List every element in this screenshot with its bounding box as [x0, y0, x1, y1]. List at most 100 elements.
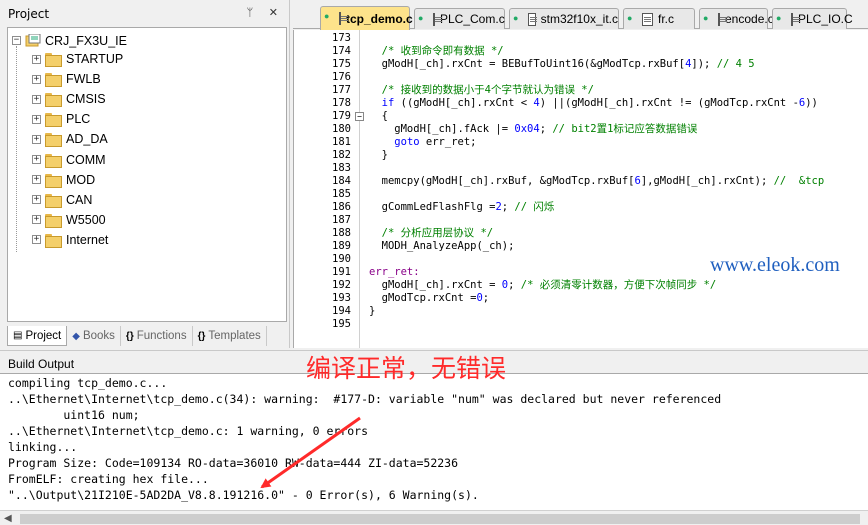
project-bottom-tabs: ▤ Project ◆ Books {} Functions {} Templates: [7, 326, 287, 346]
tree-folder-cmsis[interactable]: + CMSIS: [32, 90, 106, 108]
editor-tab-stm32f10x-it-c[interactable]: ● stm32f10x_it.c: [509, 8, 619, 29]
code-editor[interactable]: 173 174 /* 收到命令即有数据 */175 gModH[_ch].rxCn…: [293, 30, 868, 348]
build-output-area[interactable]: compiling tcp_demo.c... ..\Ethernet\Inter…: [0, 373, 868, 510]
file-icon: [718, 12, 727, 26]
editor-tab-tcp-demo-c[interactable]: ● tcp_demo.c: [320, 6, 413, 30]
tree-folder-startup[interactable]: + STARTUP: [32, 50, 123, 68]
expand-icon[interactable]: +: [32, 215, 41, 225]
code-line[interactable]: 183: [294, 162, 868, 175]
collapse-icon[interactable]: −: [12, 36, 21, 45]
editor-tab-plc-com-c[interactable]: ● PLC_Com.c: [414, 8, 505, 29]
code-line[interactable]: 180 gModH[_ch].fAck |= 0x04; // bit2置1标记…: [294, 123, 868, 136]
expand-icon[interactable]: +: [32, 94, 41, 104]
editor-tab-plc-io-c[interactable]: ● PLC_IO.C: [772, 8, 853, 29]
tree-folder-ad-da[interactable]: + AD_DA: [32, 130, 108, 148]
code-line[interactable]: 189 MODH_AnalyzeApp(_ch);: [294, 240, 868, 253]
tree-folder-plc[interactable]: + PLC: [32, 110, 90, 128]
folder-icon: [45, 213, 62, 228]
code-line[interactable]: 176: [294, 71, 868, 84]
tree-folder-internet[interactable]: + Internet: [32, 231, 108, 249]
project-tree[interactable]: − CRJ_FX3U_IE + STARTUP + FWLB + CMSIS + PLC + AD…: [7, 27, 287, 322]
line-number: 194: [332, 305, 351, 317]
line-number: 179: [332, 110, 351, 122]
build-output-line: compiling tcp_demo.c...: [8, 376, 168, 390]
line-number: 182: [332, 149, 351, 161]
line-number: 173: [332, 32, 351, 44]
tree-folder-can[interactable]: + CAN: [32, 191, 92, 209]
code-line[interactable]: 181 goto err_ret;: [294, 136, 868, 149]
tab-templates[interactable]: {} Templates: [193, 326, 267, 346]
editor-tab-bar: ● tcp_demo.c ● PLC_Com.c ● stm32f10x_it.c ● fr.…: [293, 6, 868, 30]
code-token: }: [369, 149, 388, 161]
editor-tab-fr-c[interactable]: ● fr.c: [623, 8, 695, 29]
code-text: /* 分析应用层协议 */: [369, 227, 493, 240]
code-token-comment: // 闪烁: [514, 201, 555, 213]
code-line[interactable]: 195: [294, 318, 868, 331]
build-output-line: Program Size: Code=109134 RO-data=36010 …: [8, 456, 459, 470]
pin-close-icons[interactable]: ᛘ ✕: [247, 6, 284, 19]
code-token: )): [805, 97, 818, 109]
build-output-line: ..\Ethernet\Internet\tcp_demo.c: 1 warni…: [8, 424, 369, 438]
expand-icon[interactable]: +: [32, 114, 41, 124]
code-line[interactable]: 194}: [294, 305, 868, 318]
code-line[interactable]: 185: [294, 188, 868, 201]
code-line[interactable]: 188 /* 分析应用层协议 */: [294, 227, 868, 240]
project-panel-header: Project ᛘ ✕: [2, 5, 288, 24]
folder-icon: [45, 153, 62, 168]
expand-icon[interactable]: +: [32, 74, 41, 84]
expand-icon[interactable]: +: [32, 134, 41, 144]
code-token-comment: // bit2置1标记应答数据错误: [552, 123, 698, 135]
code-token: ;: [482, 292, 490, 304]
tree-folder-comm[interactable]: + COMM: [32, 151, 106, 169]
code-line[interactable]: 177 /* 接收到的数据小于4个字节就认为错误 */: [294, 84, 868, 97]
scrollbar-thumb[interactable]: [20, 514, 860, 524]
code-text: goto err_ret;: [369, 136, 477, 149]
code-line[interactable]: 173: [294, 32, 868, 45]
tab-functions[interactable]: {} Functions: [121, 326, 193, 346]
code-line[interactable]: 193 gModTcp.rxCnt =0;: [294, 292, 868, 305]
code-token: MODH_AnalyzeApp(_ch);: [369, 240, 515, 252]
code-token: err_ret;: [419, 136, 477, 148]
expand-icon[interactable]: +: [32, 175, 41, 185]
expand-icon[interactable]: +: [32, 195, 41, 205]
line-number: 184: [332, 175, 351, 187]
editor-tab-encode-c[interactable]: ● encode.c: [699, 8, 774, 29]
fold-icon[interactable]: −: [355, 112, 364, 121]
line-number: 174: [332, 45, 351, 57]
code-line[interactable]: 178 if ((gModH[_ch].rxCnt < 4) ||(gModH[…: [294, 97, 868, 110]
code-line[interactable]: 184 memcpy(gModH[_ch].rxBuf, &gModTcp.rx…: [294, 175, 868, 188]
scroll-left-icon[interactable]: ◀: [4, 513, 12, 524]
project-panel-title: Project: [8, 7, 50, 21]
code-line[interactable]: 175 gModH[_ch].rxCnt = BEBufToUint16(&gM…: [294, 58, 868, 71]
code-line[interactable]: 186 gCommLedFlashFlg =2; // 闪烁: [294, 201, 868, 214]
expand-icon[interactable]: +: [32, 54, 41, 64]
code-text: /* 收到命令即有数据 */: [369, 45, 504, 58]
tree-folder-fwlb[interactable]: + FWLB: [32, 70, 101, 88]
code-token-kw: goto: [394, 136, 420, 148]
tree-root-label: CRJ_FX3U_IE: [45, 33, 127, 48]
code-text: gModH[_ch].rxCnt = 0; /* 必须清零计数器，方便下次帧同步…: [369, 279, 717, 292]
tree-folder-mod[interactable]: + MOD: [32, 171, 95, 189]
tree-root-item[interactable]: − CRJ_FX3U_IE: [12, 32, 127, 49]
expand-icon[interactable]: +: [32, 235, 41, 245]
tab-books[interactable]: ◆ Books: [67, 326, 121, 346]
tree-folder-label: PLC: [66, 112, 91, 127]
project-panel: Project ᛘ ✕ − CRJ_FX3U_IE + STARTUP + FWLB +…: [0, 0, 290, 348]
tab-project[interactable]: ▤ Project: [7, 326, 68, 346]
tree-folder-w5500[interactable]: + W5500: [32, 211, 106, 229]
code-line[interactable]: 182 }: [294, 149, 868, 162]
expand-icon[interactable]: +: [32, 155, 41, 164]
line-number: 187: [332, 214, 351, 226]
line-number: 177: [332, 84, 351, 96]
code-line[interactable]: 174 /* 收到命令即有数据 */: [294, 45, 868, 58]
code-line[interactable]: 187: [294, 214, 868, 227]
code-text: err_ret:: [369, 266, 420, 279]
code-line[interactable]: 192 gModH[_ch].rxCnt = 0; /* 必须清零计数器，方便下…: [294, 279, 868, 292]
tree-guide-line: [16, 46, 17, 252]
code-text: /* 接收到的数据小于4个字节就认为错误 */: [369, 84, 594, 97]
code-token: gModTcp.rxCnt =: [369, 292, 477, 304]
code-line[interactable]: 179 {: [294, 110, 868, 123]
horizontal-scrollbar[interactable]: ◀: [0, 510, 868, 525]
braces-icon: {}: [125, 330, 134, 342]
tree-folder-label: STARTUP: [66, 52, 124, 66]
